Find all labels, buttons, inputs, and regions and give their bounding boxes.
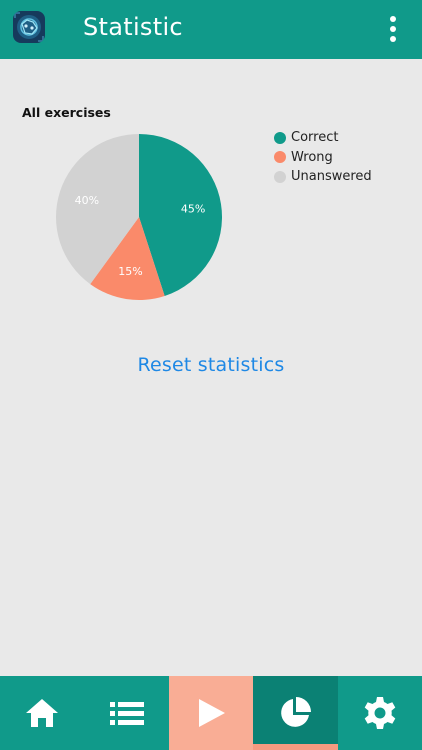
chart-legend: Correct Wrong Unanswered <box>274 128 372 187</box>
more-vert-icon[interactable] <box>380 12 406 46</box>
legend-swatch <box>274 170 286 183</box>
pie-chart: 45% 15% 40% <box>56 134 222 300</box>
page-title: Statistic <box>83 13 183 41</box>
nav-statistic[interactable] <box>253 676 338 750</box>
slice-label-correct: 45% <box>181 202 205 215</box>
pie-chart-icon <box>281 697 312 727</box>
nav-settings[interactable] <box>338 676 422 750</box>
nav-home[interactable] <box>0 676 84 750</box>
bottom-navigation <box>0 676 422 750</box>
legend-label: Wrong <box>291 149 333 165</box>
legend-item-unanswered: Unanswered <box>274 167 372 187</box>
list-icon <box>109 702 144 725</box>
legend-swatch <box>274 131 286 144</box>
legend-item-correct: Correct <box>274 128 372 148</box>
play-icon <box>198 699 225 727</box>
app-logo-icon <box>13 11 45 43</box>
gear-icon <box>364 697 396 729</box>
home-icon <box>26 699 59 727</box>
legend-item-wrong: Wrong <box>274 148 372 168</box>
app-bar: Statistic <box>0 0 422 59</box>
nav-list[interactable] <box>84 676 168 750</box>
slice-label-unanswered: 40% <box>75 194 99 207</box>
nav-play[interactable] <box>168 676 254 750</box>
slice-label-wrong: 15% <box>118 265 142 278</box>
reset-statistics-button[interactable]: Reset statistics <box>0 354 422 376</box>
legend-label: Correct <box>291 130 339 146</box>
legend-label: Unanswered <box>291 169 372 185</box>
legend-swatch <box>274 151 286 164</box>
chart-title: All exercises <box>22 105 111 120</box>
